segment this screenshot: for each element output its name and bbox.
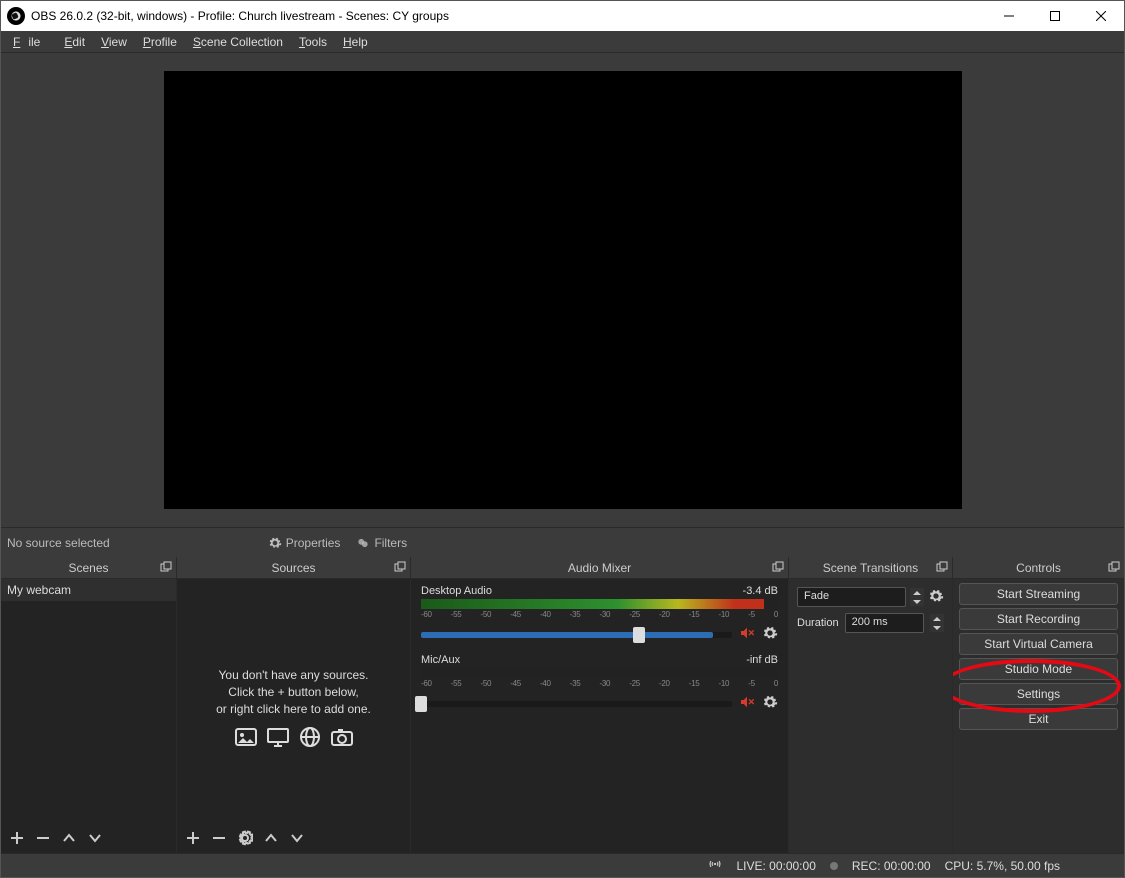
transitions-title: Scene Transitions: [789, 557, 952, 579]
preview-canvas[interactable]: [164, 71, 962, 509]
menu-view[interactable]: View: [93, 33, 135, 51]
titlebar[interactable]: OBS 26.0.2 (32-bit, windows) - Profile: …: [1, 1, 1124, 31]
move-up-icon[interactable]: [61, 830, 77, 846]
meter-scale: -60-55-50-45-40-35-30-25-20-15-10-50: [421, 679, 778, 688]
status-rec: REC: 00:00:00: [852, 859, 931, 873]
move-down-icon[interactable]: [87, 830, 103, 846]
scenes-dock: Scenes My webcam: [1, 557, 177, 853]
move-down-icon[interactable]: [289, 830, 305, 846]
maximize-button[interactable]: [1032, 1, 1078, 31]
mute-icon[interactable]: [738, 694, 756, 713]
channel-db: -3.4 dB: [743, 585, 778, 597]
controls-body: Start Streaming Start Recording Start Vi…: [953, 579, 1124, 853]
mixer-channel: Desktop Audio -3.4 dB -60-55-50-45-40-35…: [411, 579, 788, 648]
menu-edit[interactable]: Edit: [56, 33, 93, 51]
menu-help[interactable]: Help: [335, 33, 376, 51]
mute-icon[interactable]: [738, 625, 756, 644]
properties-button[interactable]: Properties: [268, 536, 341, 550]
start-virtual-camera-button[interactable]: Start Virtual Camera: [959, 633, 1118, 655]
audio-meter: [421, 599, 778, 609]
transition-select[interactable]: Fade: [797, 587, 906, 607]
gear-icon[interactable]: [762, 625, 778, 644]
audio-mixer-dock: Audio Mixer Desktop Audio -3.4 dB -60-55…: [411, 557, 789, 853]
gear-icon[interactable]: [762, 694, 778, 713]
popout-icon[interactable]: [772, 561, 784, 576]
broadcast-icon: [708, 857, 722, 874]
gear-icon[interactable]: [928, 588, 944, 607]
sources-list[interactable]: You don't have any sources. Click the + …: [177, 579, 410, 853]
obs-app-icon: [7, 7, 25, 25]
popout-icon[interactable]: [160, 561, 172, 576]
menu-file[interactable]: Filedocument.currentScript.previousSibli…: [5, 33, 56, 51]
minimize-button[interactable]: [986, 1, 1032, 31]
docks-row: Scenes My webcam Sources: [1, 557, 1124, 853]
add-icon[interactable]: [9, 830, 25, 846]
source-toolbar: No source selected Properties Filters: [1, 527, 1124, 557]
channel-name: Mic/Aux: [421, 654, 460, 666]
popout-icon[interactable]: [394, 561, 406, 576]
sources-title: Sources: [177, 557, 410, 579]
camera-icon: [328, 725, 356, 749]
remove-icon[interactable]: [211, 830, 227, 846]
mixer-channel: Mic/Aux -inf dB -60-55-50-45-40-35-30-25…: [411, 648, 788, 717]
studio-mode-button[interactable]: Studio Mode: [959, 658, 1118, 680]
sources-dock: Sources You don't have any sources. Clic…: [177, 557, 411, 853]
menu-tools[interactable]: Tools: [291, 33, 335, 51]
image-icon: [232, 725, 260, 749]
mixer-title: Audio Mixer: [411, 557, 788, 579]
scene-item[interactable]: My webcam: [1, 579, 176, 601]
status-bar: LIVE: 00:00:00 REC: 00:00:00 CPU: 5.7%, …: [1, 853, 1124, 877]
gear-icon: [268, 536, 282, 550]
volume-slider[interactable]: [421, 632, 732, 638]
volume-slider[interactable]: [421, 701, 732, 707]
start-streaming-button[interactable]: Start Streaming: [959, 583, 1118, 605]
move-up-icon[interactable]: [263, 830, 279, 846]
duration-label: Duration: [797, 617, 839, 629]
transitions-dock: Scene Transitions Fade Duration 2: [789, 557, 953, 853]
preview-area: [1, 53, 1124, 527]
sources-empty-hint: You don't have any sources. Click the + …: [177, 667, 410, 749]
settings-button[interactable]: Settings: [959, 683, 1118, 705]
start-recording-button[interactable]: Start Recording: [959, 608, 1118, 630]
duration-spin[interactable]: [930, 614, 944, 632]
meter-scale: -60-55-50-45-40-35-30-25-20-15-10-50: [421, 610, 778, 619]
mixer-body: Desktop Audio -3.4 dB -60-55-50-45-40-35…: [411, 579, 788, 853]
filters-button[interactable]: Filters: [356, 536, 407, 550]
controls-title: Controls: [953, 557, 1124, 579]
channel-name: Desktop Audio: [421, 585, 492, 597]
controls-dock: Controls Start Streaming Start Recording…: [953, 557, 1124, 853]
main-content: No source selected Properties Filters Sc…: [1, 53, 1124, 877]
exit-button[interactable]: Exit: [959, 708, 1118, 730]
window-title: OBS 26.0.2 (32-bit, windows) - Profile: …: [31, 9, 986, 23]
transition-select-spin[interactable]: [910, 588, 924, 606]
close-button[interactable]: [1078, 1, 1124, 31]
no-source-label: No source selected: [7, 536, 110, 550]
status-cpu: CPU: 5.7%, 50.00 fps: [945, 859, 1060, 873]
popout-icon[interactable]: [1108, 561, 1120, 576]
duration-input[interactable]: 200 ms: [845, 613, 924, 633]
menu-scene-collection[interactable]: Scene Collection: [185, 33, 291, 51]
app-window: OBS 26.0.2 (32-bit, windows) - Profile: …: [0, 0, 1125, 878]
transitions-body: Fade Duration 200 ms: [789, 579, 952, 853]
scenes-list-buttons: [1, 823, 111, 853]
menu-profile[interactable]: Profile: [135, 33, 185, 51]
scenes-title: Scenes: [1, 557, 176, 579]
scenes-list[interactable]: My webcam: [1, 579, 176, 853]
audio-meter: [421, 668, 778, 678]
filters-icon: [356, 536, 370, 550]
status-live: LIVE: 00:00:00: [736, 859, 815, 873]
globe-icon: [296, 725, 324, 749]
channel-db: -inf dB: [746, 654, 778, 666]
add-icon[interactable]: [185, 830, 201, 846]
popout-icon[interactable]: [936, 561, 948, 576]
sources-list-buttons: [177, 823, 313, 853]
record-dot-icon: [830, 862, 838, 870]
menubar: Filedocument.currentScript.previousSibli…: [1, 31, 1124, 53]
remove-icon[interactable]: [35, 830, 51, 846]
gear-icon[interactable]: [237, 830, 253, 846]
monitor-icon: [264, 725, 292, 749]
